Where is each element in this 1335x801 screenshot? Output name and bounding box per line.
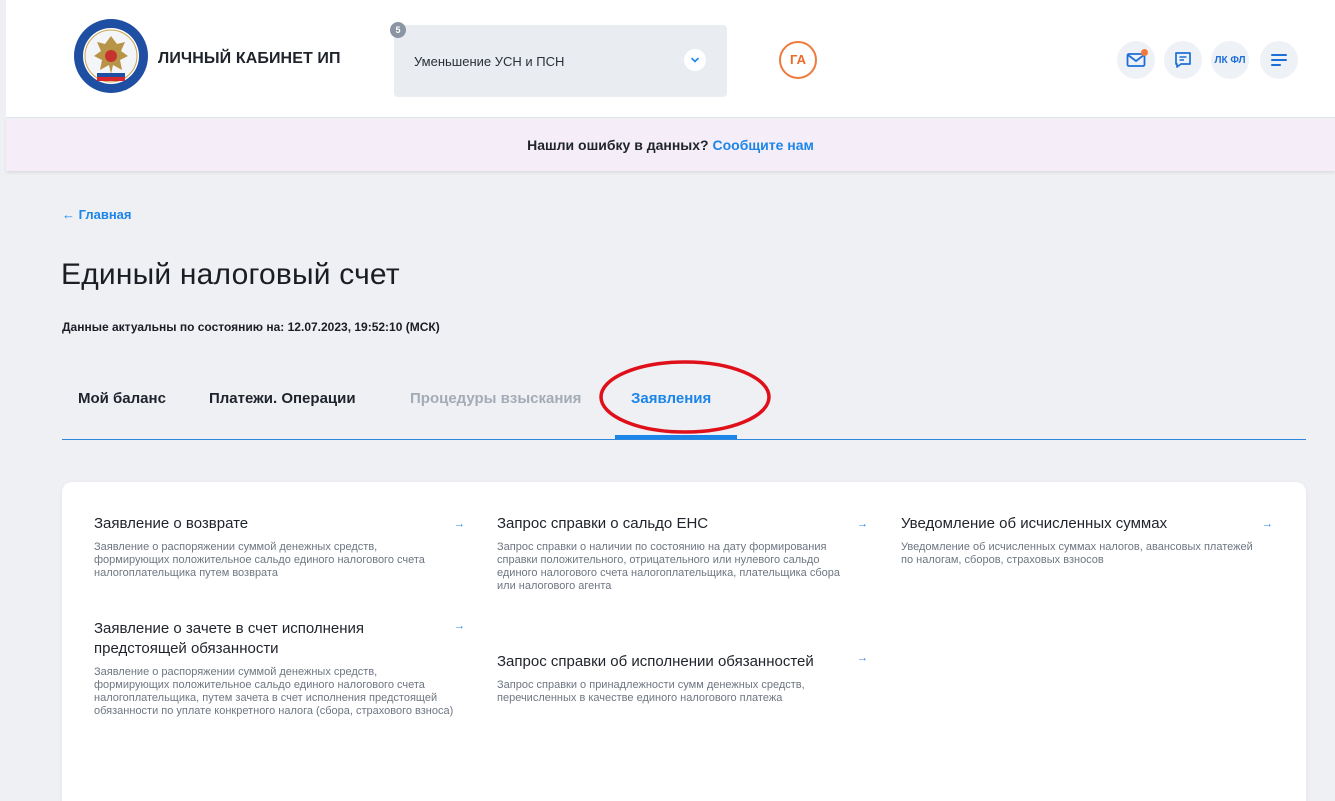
select-count-badge: 5 bbox=[390, 22, 406, 38]
list-item-obligations-certificate[interactable]: Запрос справки об исполнении обязанносте… bbox=[497, 652, 859, 705]
tab-payments[interactable]: Платежи. Операции bbox=[209, 390, 356, 407]
item-description: Заявление о распоряжении суммой денежных… bbox=[94, 666, 454, 717]
item-title: Заявление о зачете в счет исполнения пре… bbox=[94, 620, 365, 657]
banner-question: Нашли ошибку в данных? bbox=[527, 137, 709, 153]
list-item-balance-certificate[interactable]: Запрос справки о сальдо ЕНС Запрос справ… bbox=[497, 514, 859, 593]
item-description: Уведомление об исчисленных суммах налого… bbox=[901, 541, 1253, 566]
back-link[interactable]: ← Главная bbox=[62, 207, 131, 222]
list-item-refund[interactable]: Заявление о возврате Заявление о распоря… bbox=[94, 514, 454, 580]
item-description: Заявление о распоряжении суммой денежных… bbox=[94, 541, 425, 579]
lkfl-label: ЛК ФЛ bbox=[1214, 54, 1246, 66]
arrow-right-icon[interactable]: → bbox=[857, 652, 868, 664]
tab-collection[interactable]: Процедуры взыскания bbox=[410, 390, 581, 407]
item-description: Запрос справки о наличии по состоянию на… bbox=[497, 541, 840, 592]
notification-dot bbox=[1141, 49, 1148, 56]
item-description: Запрос справки о принадлежности сумм ден… bbox=[497, 679, 805, 704]
arrow-right-icon[interactable]: → bbox=[454, 620, 465, 632]
report-link[interactable]: Сообщите нам bbox=[712, 137, 813, 153]
mail-icon[interactable] bbox=[1117, 41, 1155, 79]
brand-title[interactable]: ЛИЧНЫЙ КАБИНЕТ ИП bbox=[158, 50, 341, 68]
tab-bar: Мой баланс Платежи. Операции Процедуры в… bbox=[62, 378, 1306, 440]
select-value: Уменьшение УСН и ПСН bbox=[414, 54, 565, 69]
error-report-banner: Нашли ошибку в данных? Сообщите нам bbox=[6, 119, 1335, 171]
arrow-right-icon[interactable]: → bbox=[1262, 518, 1273, 530]
item-title: Запрос справки о сальдо ЕНС bbox=[497, 515, 709, 532]
page-title: Единый налоговый счет bbox=[61, 258, 400, 291]
arrow-right-icon[interactable]: → bbox=[454, 518, 465, 530]
tab-applications[interactable]: Заявления bbox=[631, 390, 711, 407]
tab-my-balance[interactable]: Мой баланс bbox=[78, 390, 166, 407]
service-select[interactable]: 5 Уменьшение УСН и ПСН bbox=[390, 22, 727, 97]
avatar[interactable]: ГА bbox=[779, 41, 817, 79]
list-item-offset[interactable]: Заявление о зачете в счет исполнения пре… bbox=[94, 619, 454, 718]
item-title: Запрос справки об исполнении обязанносте… bbox=[497, 653, 814, 670]
applications-card: Заявление о возврате Заявление о распоря… bbox=[62, 482, 1306, 801]
data-updated-text: Данные актуальны по состоянию на: 12.07.… bbox=[62, 320, 440, 334]
fns-emblem-icon[interactable] bbox=[73, 18, 149, 94]
arrow-right-icon[interactable]: → bbox=[857, 518, 868, 530]
item-title: Заявление о возврате bbox=[94, 515, 249, 532]
item-title: Уведомление об исчисленных суммах bbox=[901, 515, 1168, 532]
lkfl-icon[interactable]: ЛК ФЛ bbox=[1211, 41, 1249, 79]
chevron-down-icon[interactable] bbox=[684, 49, 706, 71]
menu-icon[interactable] bbox=[1260, 41, 1298, 79]
list-item-calculated-sums[interactable]: Уведомление об исчисленных суммах Уведом… bbox=[901, 514, 1263, 567]
active-tab-indicator bbox=[615, 435, 737, 439]
chat-icon[interactable] bbox=[1164, 41, 1202, 79]
header: ЛИЧНЫЙ КАБИНЕТ ИП 5 Уменьшение УСН и ПСН… bbox=[6, 0, 1335, 118]
